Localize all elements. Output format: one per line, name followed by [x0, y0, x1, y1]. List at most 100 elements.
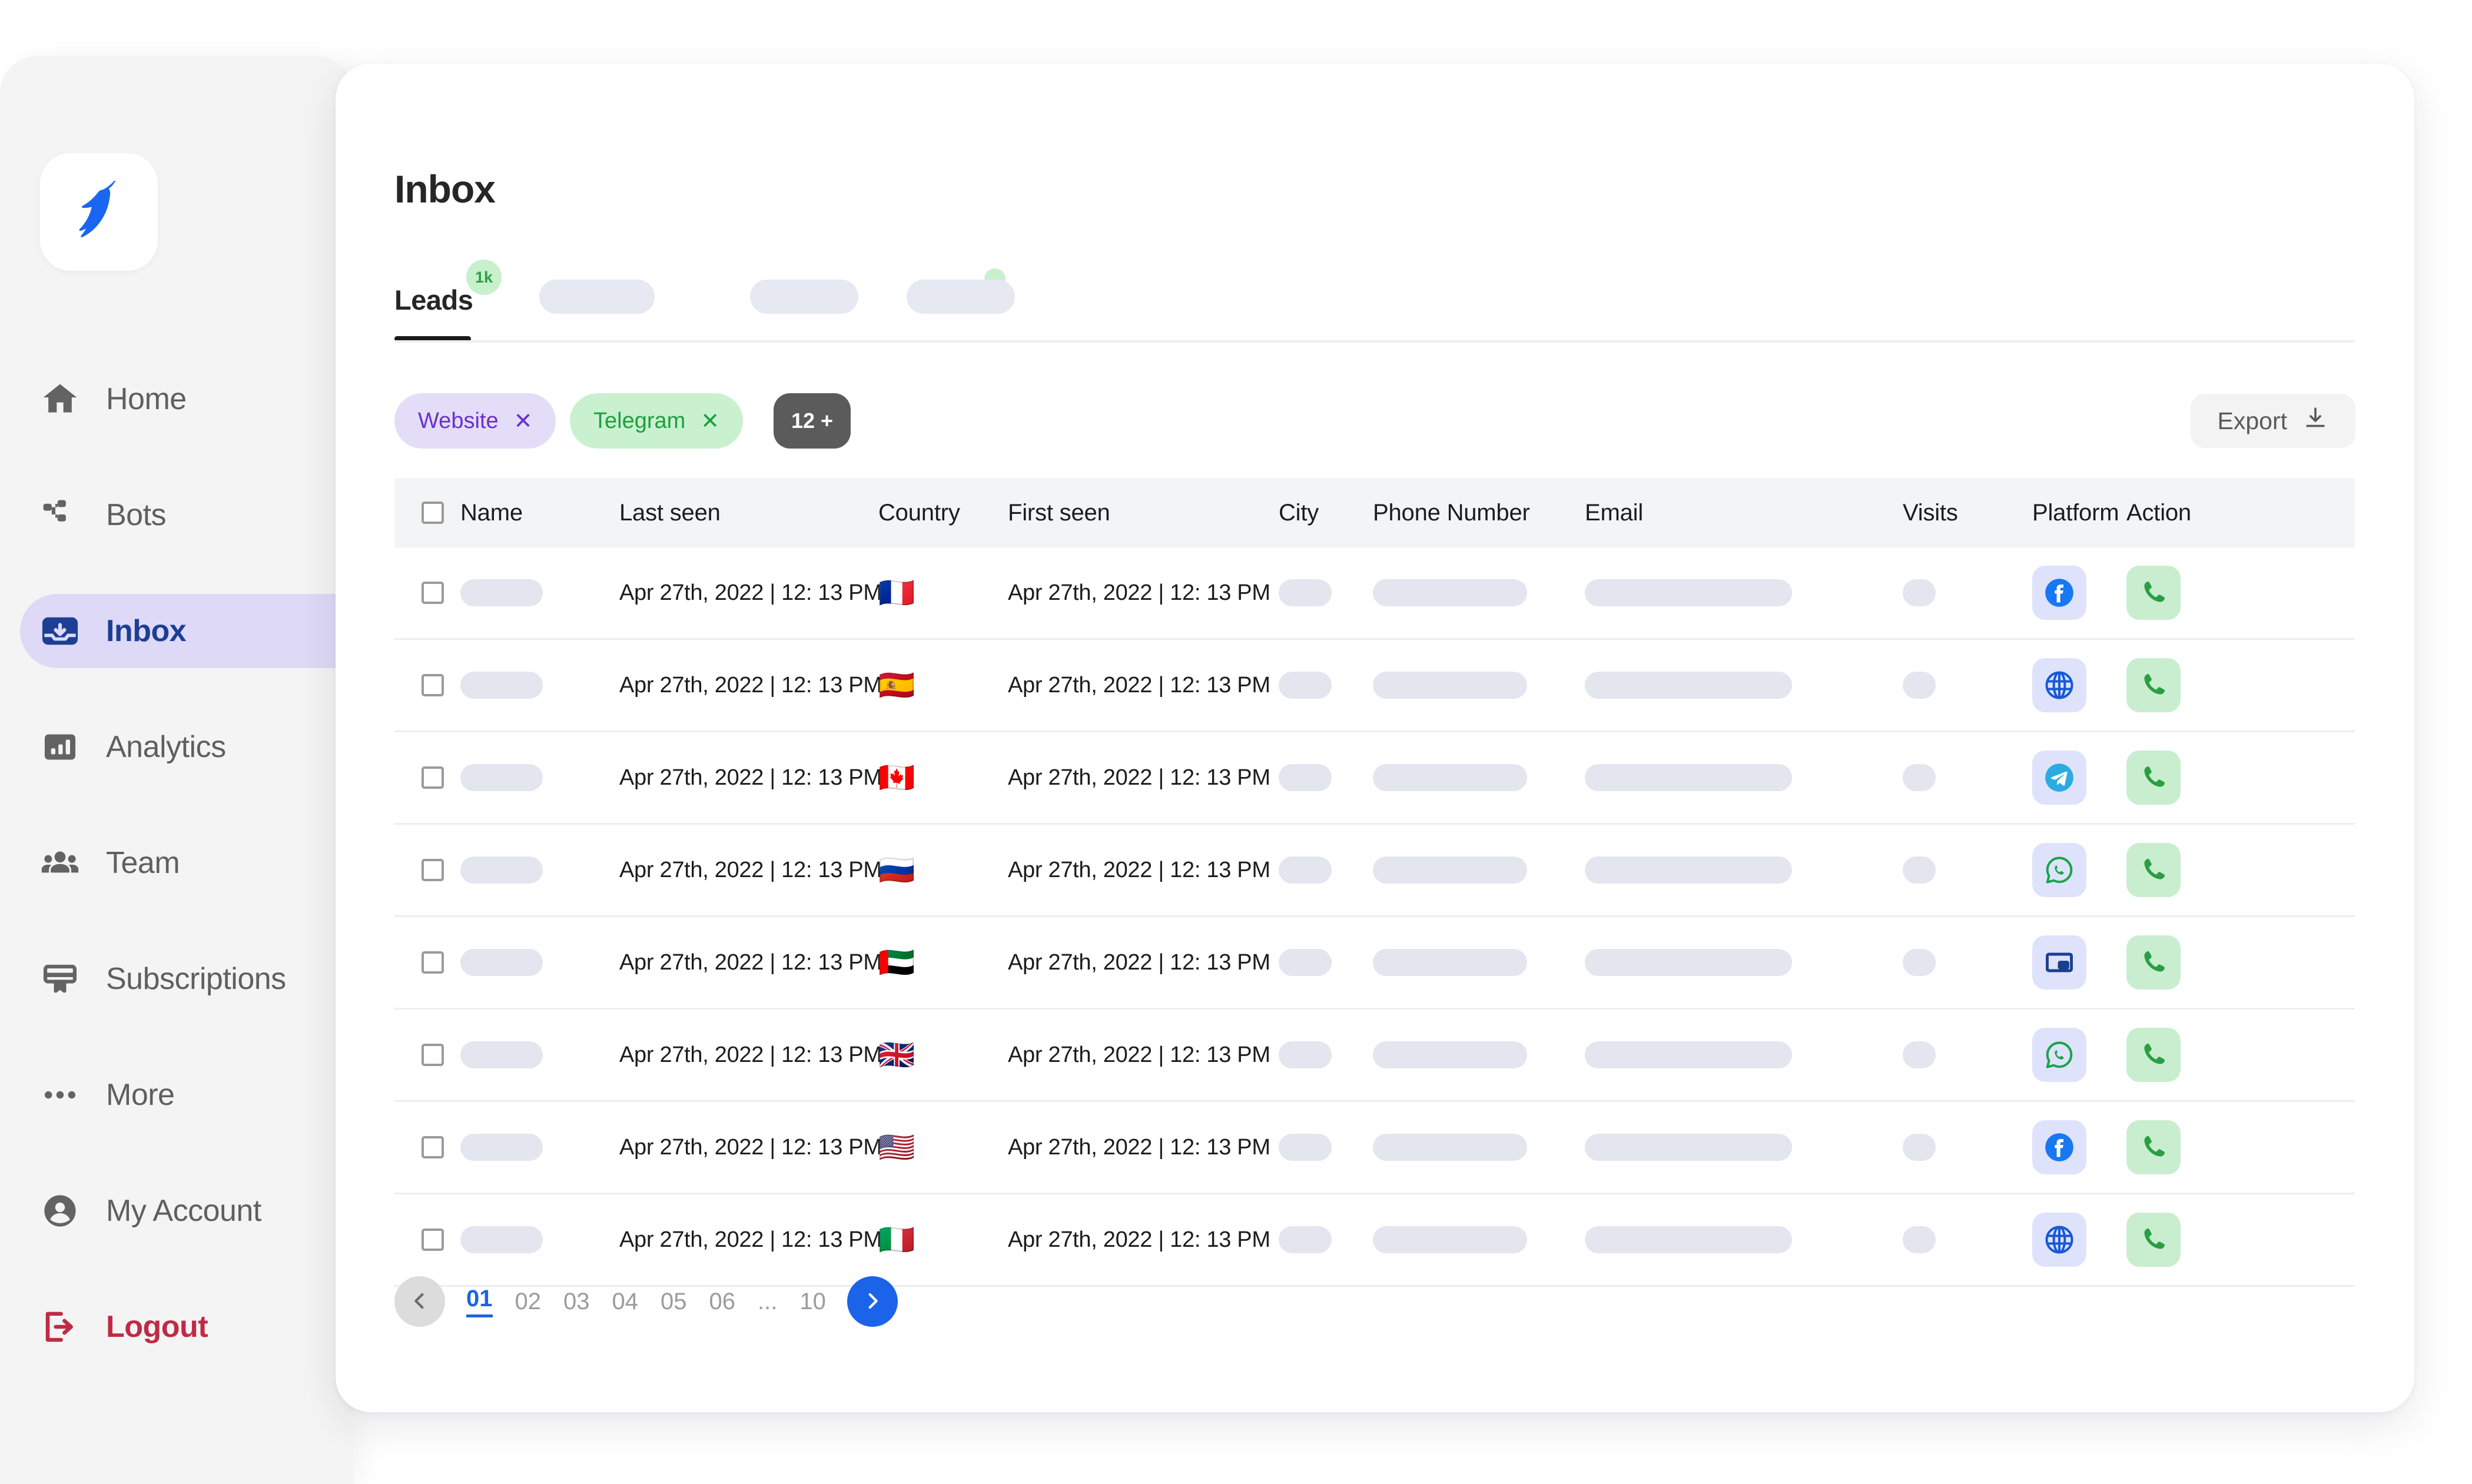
sidebar-item-logout[interactable]: Logout [0, 1290, 353, 1364]
cell-first-seen: Apr 27th, 2022 | 12: 13 PM [1008, 1043, 1279, 1068]
checkbox-icon[interactable] [422, 859, 444, 881]
website-icon[interactable] [2032, 658, 2086, 712]
checkbox-icon[interactable] [422, 1044, 444, 1066]
table-row[interactable]: Apr 27th, 2022 | 12: 13 PM 🇬🇧 Apr 27th, 20… [394, 1010, 2355, 1102]
phone-placeholder [1373, 764, 1527, 791]
city-placeholder [1279, 1226, 1332, 1253]
name-placeholder [460, 1134, 543, 1161]
call-button[interactable] [2126, 566, 2181, 620]
checkbox-icon[interactable] [422, 1229, 444, 1251]
pagination-prev-button[interactable] [394, 1276, 445, 1327]
visits-placeholder [1903, 1134, 1936, 1161]
cell-first-seen: Apr 27th, 2022 | 12: 13 PM [1008, 1227, 1279, 1253]
filter-chip-website[interactable]: Website ✕ [394, 393, 556, 449]
cell-email [1585, 1226, 1903, 1253]
phone-placeholder [1373, 1041, 1527, 1068]
pagination-page-01[interactable]: 01 [466, 1286, 493, 1317]
download-icon [2302, 405, 2328, 437]
pagination-next-button[interactable] [847, 1276, 898, 1327]
city-placeholder [1279, 949, 1332, 976]
facebook-icon[interactable] [2032, 566, 2086, 620]
country-flag-icon: 🇷🇺 [878, 854, 915, 887]
pagination-page-03[interactable]: 03 [563, 1289, 590, 1315]
call-button[interactable] [2126, 751, 2181, 805]
cell-action [2126, 566, 2221, 620]
telegram-icon[interactable] [2032, 751, 2086, 805]
tab-placeholder-1[interactable] [539, 280, 655, 314]
sidebar-item-my-account[interactable]: My Account [0, 1174, 353, 1248]
sidebar-item-label: Team [106, 846, 180, 880]
tab-leads[interactable]: Leads [394, 284, 473, 316]
whatsapp-icon[interactable] [2032, 843, 2086, 897]
sidebar-item-bots[interactable]: Bots [0, 478, 353, 552]
table-row[interactable]: Apr 27th, 2022 | 12: 13 PM 🇨🇦 Apr 27th, 20… [394, 732, 2355, 825]
filter-chip-telegram[interactable]: Telegram ✕ [570, 393, 744, 449]
table-row[interactable]: Apr 27th, 2022 | 12: 13 PM 🇦🇪 Apr 27th, 20… [394, 917, 2355, 1010]
sidebar-item-team[interactable]: Team [0, 826, 353, 900]
cell-phone-number [1373, 579, 1585, 606]
pagination-page-10[interactable]: 10 [799, 1289, 826, 1315]
sidebar-item-label: Home [106, 382, 187, 416]
tab-placeholder-3[interactable] [907, 280, 1015, 314]
pagination-page-06[interactable]: 06 [709, 1289, 736, 1315]
sidebar-item-more[interactable]: More [0, 1058, 353, 1132]
checkbox-icon[interactable] [422, 1136, 444, 1158]
pagination-page-05[interactable]: 05 [661, 1289, 687, 1315]
cell-visits [1903, 1134, 2032, 1161]
call-button[interactable] [2126, 843, 2181, 897]
analytics-icon [38, 725, 82, 769]
pagination-page-04[interactable]: 04 [612, 1289, 639, 1315]
close-icon[interactable]: ✕ [514, 408, 533, 434]
call-button[interactable] [2126, 1120, 2181, 1174]
email-placeholder [1585, 1041, 1792, 1068]
call-button[interactable] [2126, 658, 2181, 712]
country-flag-icon: 🇪🇸 [878, 669, 915, 702]
table-row[interactable]: Apr 27th, 2022 | 12: 13 PM 🇺🇸 Apr 27th, 20… [394, 1102, 2355, 1194]
brand-logo-tile[interactable] [40, 153, 158, 271]
name-placeholder [460, 579, 543, 606]
cell-visits [1903, 856, 2032, 884]
cell-name [460, 579, 619, 606]
cell-name [460, 764, 619, 791]
penguin-logo-icon [64, 176, 134, 248]
sidebar-item-inbox[interactable]: Inbox [20, 594, 353, 668]
name-placeholder [460, 949, 543, 976]
cell-name [460, 1134, 619, 1161]
checkbox-icon[interactable] [422, 582, 444, 604]
cell-city [1279, 856, 1373, 884]
cell-phone-number [1373, 1041, 1585, 1068]
country-flag-icon: 🇬🇧 [878, 1038, 915, 1071]
table-row[interactable]: Apr 27th, 2022 | 12: 13 PM 🇷🇺 Apr 27th, 20… [394, 825, 2355, 917]
call-button[interactable] [2126, 1028, 2181, 1082]
table-row[interactable]: Apr 27th, 2022 | 12: 13 PM 🇪🇸 Apr 27th, 20… [394, 640, 2355, 732]
whatsapp-icon[interactable] [2032, 1028, 2086, 1082]
phone-placeholder [1373, 949, 1527, 976]
table-row[interactable]: Apr 27th, 2022 | 12: 13 PM 🇫🇷 Apr 27th, 20… [394, 547, 2355, 640]
last-seen-value: Apr 27th, 2022 | 12: 13 PM [619, 765, 882, 790]
sidebar-item-subscriptions[interactable]: Subscriptions [0, 942, 353, 1016]
website-icon[interactable] [2032, 1213, 2086, 1267]
pagination-ellipsis: ... [758, 1288, 778, 1314]
city-placeholder [1279, 672, 1332, 699]
cell-action [2126, 843, 2221, 897]
table-row[interactable]: Apr 27th, 2022 | 12: 13 PM 🇮🇹 Apr 27th, 20… [394, 1194, 2355, 1287]
checkbox-icon[interactable] [422, 502, 444, 524]
call-button[interactable] [2126, 1213, 2181, 1267]
checkbox-icon[interactable] [422, 674, 444, 696]
city-placeholder [1279, 1134, 1332, 1161]
export-button[interactable]: Export [2190, 394, 2355, 448]
checkbox-icon[interactable] [422, 951, 444, 974]
tab-placeholder-2[interactable] [750, 280, 858, 314]
facebook-icon[interactable] [2032, 1120, 2086, 1174]
sidebar-item-home[interactable]: Home [0, 362, 353, 436]
checkbox-icon[interactable] [422, 766, 444, 789]
more-icon [38, 1073, 82, 1117]
close-icon[interactable]: ✕ [701, 408, 719, 434]
filter-chip-more-count[interactable]: 12 + [774, 393, 851, 449]
cell-last-seen: Apr 27th, 2022 | 12: 13 PM [619, 765, 882, 791]
webchat-icon[interactable] [2032, 935, 2086, 990]
pagination-page-02[interactable]: 02 [515, 1289, 542, 1315]
sidebar-item-analytics[interactable]: Analytics [0, 710, 353, 784]
name-placeholder [460, 856, 543, 884]
call-button[interactable] [2126, 935, 2181, 990]
